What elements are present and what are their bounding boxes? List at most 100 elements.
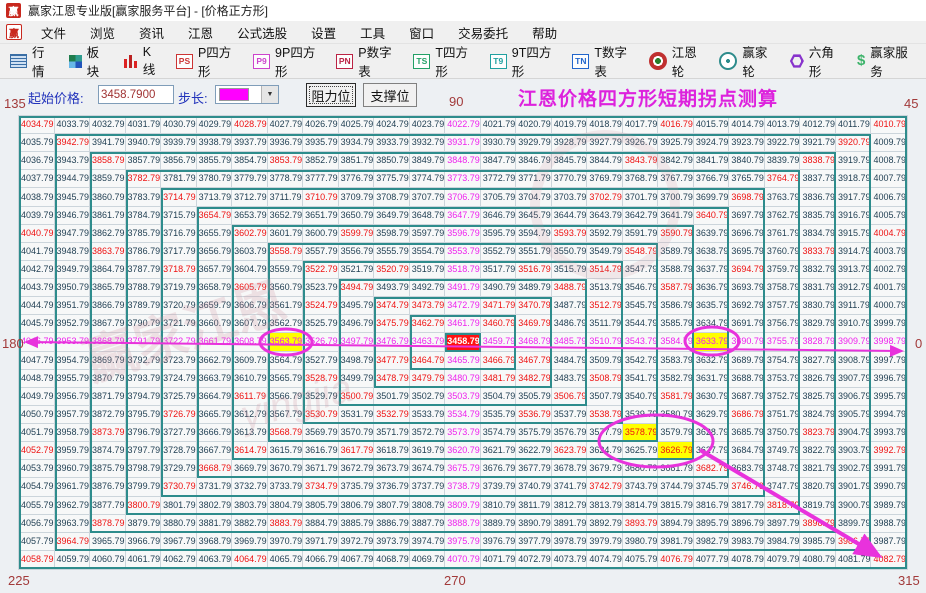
grid-cell: 3941.79: [90, 134, 126, 153]
grid-cell: 3786.79: [125, 242, 162, 261]
grid-cell: 3556.79: [338, 242, 375, 261]
grid-cell: 3557.79: [303, 242, 339, 261]
toolbar-item-quotes[interactable]: 行情: [6, 39, 56, 83]
grid-cell: 3571.79: [374, 424, 410, 443]
grid-cell: 3824.79: [800, 405, 836, 425]
grid-cell: 3530.79: [303, 405, 339, 425]
grid-cell: 4066.79: [303, 550, 339, 569]
grid-cell: 3603.79: [232, 242, 268, 261]
grid-cell: 3610.79: [232, 369, 268, 388]
grid-cell: 3464.79: [409, 351, 446, 370]
toolbar-item-p-table[interactable]: PN P数字表: [332, 39, 400, 83]
grid-cell: 3808.79: [409, 496, 446, 515]
grid-cell: 4031.79: [125, 116, 162, 135]
toolbar-item-9p-square[interactable]: P9 9P四方形: [249, 39, 323, 83]
grid-cell: 3565.79: [267, 369, 304, 388]
grid-cell: 3877.79: [90, 496, 126, 515]
gann-price-square: 4034.79 4033.79 4032.79 4031.79 4030.79 4029.…: [18, 115, 908, 570]
grid-cell: 3491.79: [445, 279, 481, 298]
toolbar-item-kline[interactable]: K线: [120, 42, 163, 81]
grid-cell: 3609.79: [232, 351, 268, 370]
grid-cell: 3718.79: [161, 260, 197, 280]
grid-cell: 3528.79: [303, 369, 339, 388]
grid-cell: 3517.79: [480, 260, 517, 280]
grid-cell: 3962.79: [54, 496, 91, 515]
grid-cell: 4048.79: [19, 369, 55, 388]
grid-cell: 3936.79: [267, 134, 304, 153]
grid-cell: 3554.79: [409, 242, 446, 261]
start-price-input[interactable]: [98, 85, 174, 104]
grid-cell: 3700.79: [658, 188, 694, 207]
grid-cell: 4051.79: [19, 424, 55, 443]
grid-cell: 3880.79: [161, 514, 197, 533]
grid-cell: 3997.79: [871, 351, 907, 370]
toolbar-item-winner-wheel[interactable]: 赢家轮: [715, 39, 777, 83]
grid-cell: 3939.79: [161, 134, 197, 153]
toolbar-item-t-square[interactable]: TS T四方形: [409, 39, 476, 83]
grid-cell: 3955.79: [54, 369, 91, 388]
grid-cell: 3690.79: [729, 333, 765, 352]
grid-cell: 3834.79: [800, 224, 836, 243]
grid-cell: 3527.79: [303, 351, 339, 370]
grid-cell: 3958.79: [54, 424, 91, 443]
toolbar-item-p-square[interactable]: PS P四方形: [172, 39, 240, 83]
grid-cell: 3591.79: [622, 224, 659, 243]
grid-cell: 3650.79: [338, 206, 375, 225]
grid-cell: 3753.79: [764, 369, 801, 388]
grid-cell: 3793.79: [125, 369, 162, 388]
grid-cell: 3816.79: [693, 496, 730, 515]
grid-cell: 3459.79: [480, 333, 517, 352]
grid-cell: 3916.79: [835, 206, 872, 225]
grid-cell: 4036.79: [19, 152, 55, 171]
grid-cell: 3855.79: [196, 152, 233, 171]
grid-cell: 4053.79: [19, 460, 55, 479]
grid-cell: 3948.79: [54, 242, 91, 261]
grid-cell: 3631.79: [693, 369, 730, 388]
grid-cell: 3713.79: [196, 188, 233, 207]
grid-cell: 3665.79: [196, 405, 233, 425]
support-button[interactable]: 支撑位: [363, 83, 417, 107]
grid-cell: 3679.79: [587, 460, 623, 479]
grid-cell: 3813.79: [587, 496, 623, 515]
grid-cell: 3872.79: [90, 405, 126, 425]
grid-cell: 4028.79: [232, 116, 268, 135]
toolbar-item-9t-square[interactable]: T9 9T四方形: [486, 39, 560, 83]
toolbar-item-gann-wheel[interactable]: 江恩轮: [645, 39, 707, 83]
resistance-button[interactable]: 阻力位: [306, 83, 356, 107]
grid-cell: 3898.79: [800, 514, 836, 533]
grid-cell: 3622.79: [516, 442, 552, 461]
grid-cell: 3783.79: [125, 188, 162, 207]
grid-cell: 3853.79: [267, 152, 304, 171]
grid-cell: 3466.79: [480, 351, 517, 370]
grid-cell: 3994.79: [871, 405, 907, 425]
toolbar-item-hexagon[interactable]: 六角形: [786, 39, 844, 83]
toolbar-item-t-table[interactable]: TN T数字表: [568, 39, 635, 83]
grid-cell: 3564.79: [267, 351, 304, 370]
grid-cell: 3634.79: [693, 315, 730, 334]
toolbar-item-winner-service[interactable]: $ 赢家服务: [853, 39, 917, 83]
grid-cell: 3921.79: [800, 134, 836, 153]
chevron-down-icon[interactable]: ▼: [261, 86, 278, 103]
grid-cell: 3653.79: [232, 206, 268, 225]
grid-cell: 3588.79: [658, 260, 694, 280]
grid-cell: 3676.79: [480, 460, 517, 479]
grid-cell: 3539.79: [622, 405, 659, 425]
grid-cell: 3636.79: [693, 279, 730, 298]
grid-cell: 3758.79: [764, 279, 801, 298]
grid-cell: 3746.79: [729, 478, 765, 497]
grid-cell: 3852.79: [303, 152, 339, 171]
grid-cell: 3827.79: [800, 351, 836, 370]
blocks-icon: [68, 54, 82, 68]
grid-cell: 3846.79: [516, 152, 552, 171]
grid-cell: 3832.79: [800, 260, 836, 280]
grid-cell: 4006.79: [871, 188, 907, 207]
grid-cell: 3979.79: [587, 532, 623, 551]
grid-cell: 3762.79: [764, 206, 801, 225]
grid-cell: 3840.79: [729, 152, 765, 171]
grid-cell: 3759.79: [764, 260, 801, 280]
grid-cell: 4014.79: [729, 116, 765, 135]
grid-cell: 3923.79: [729, 134, 765, 153]
toolbar-item-sectors[interactable]: 板块: [65, 39, 111, 83]
grid-cell: 3541.79: [622, 369, 659, 388]
step-dropdown[interactable]: ▼: [215, 85, 279, 104]
